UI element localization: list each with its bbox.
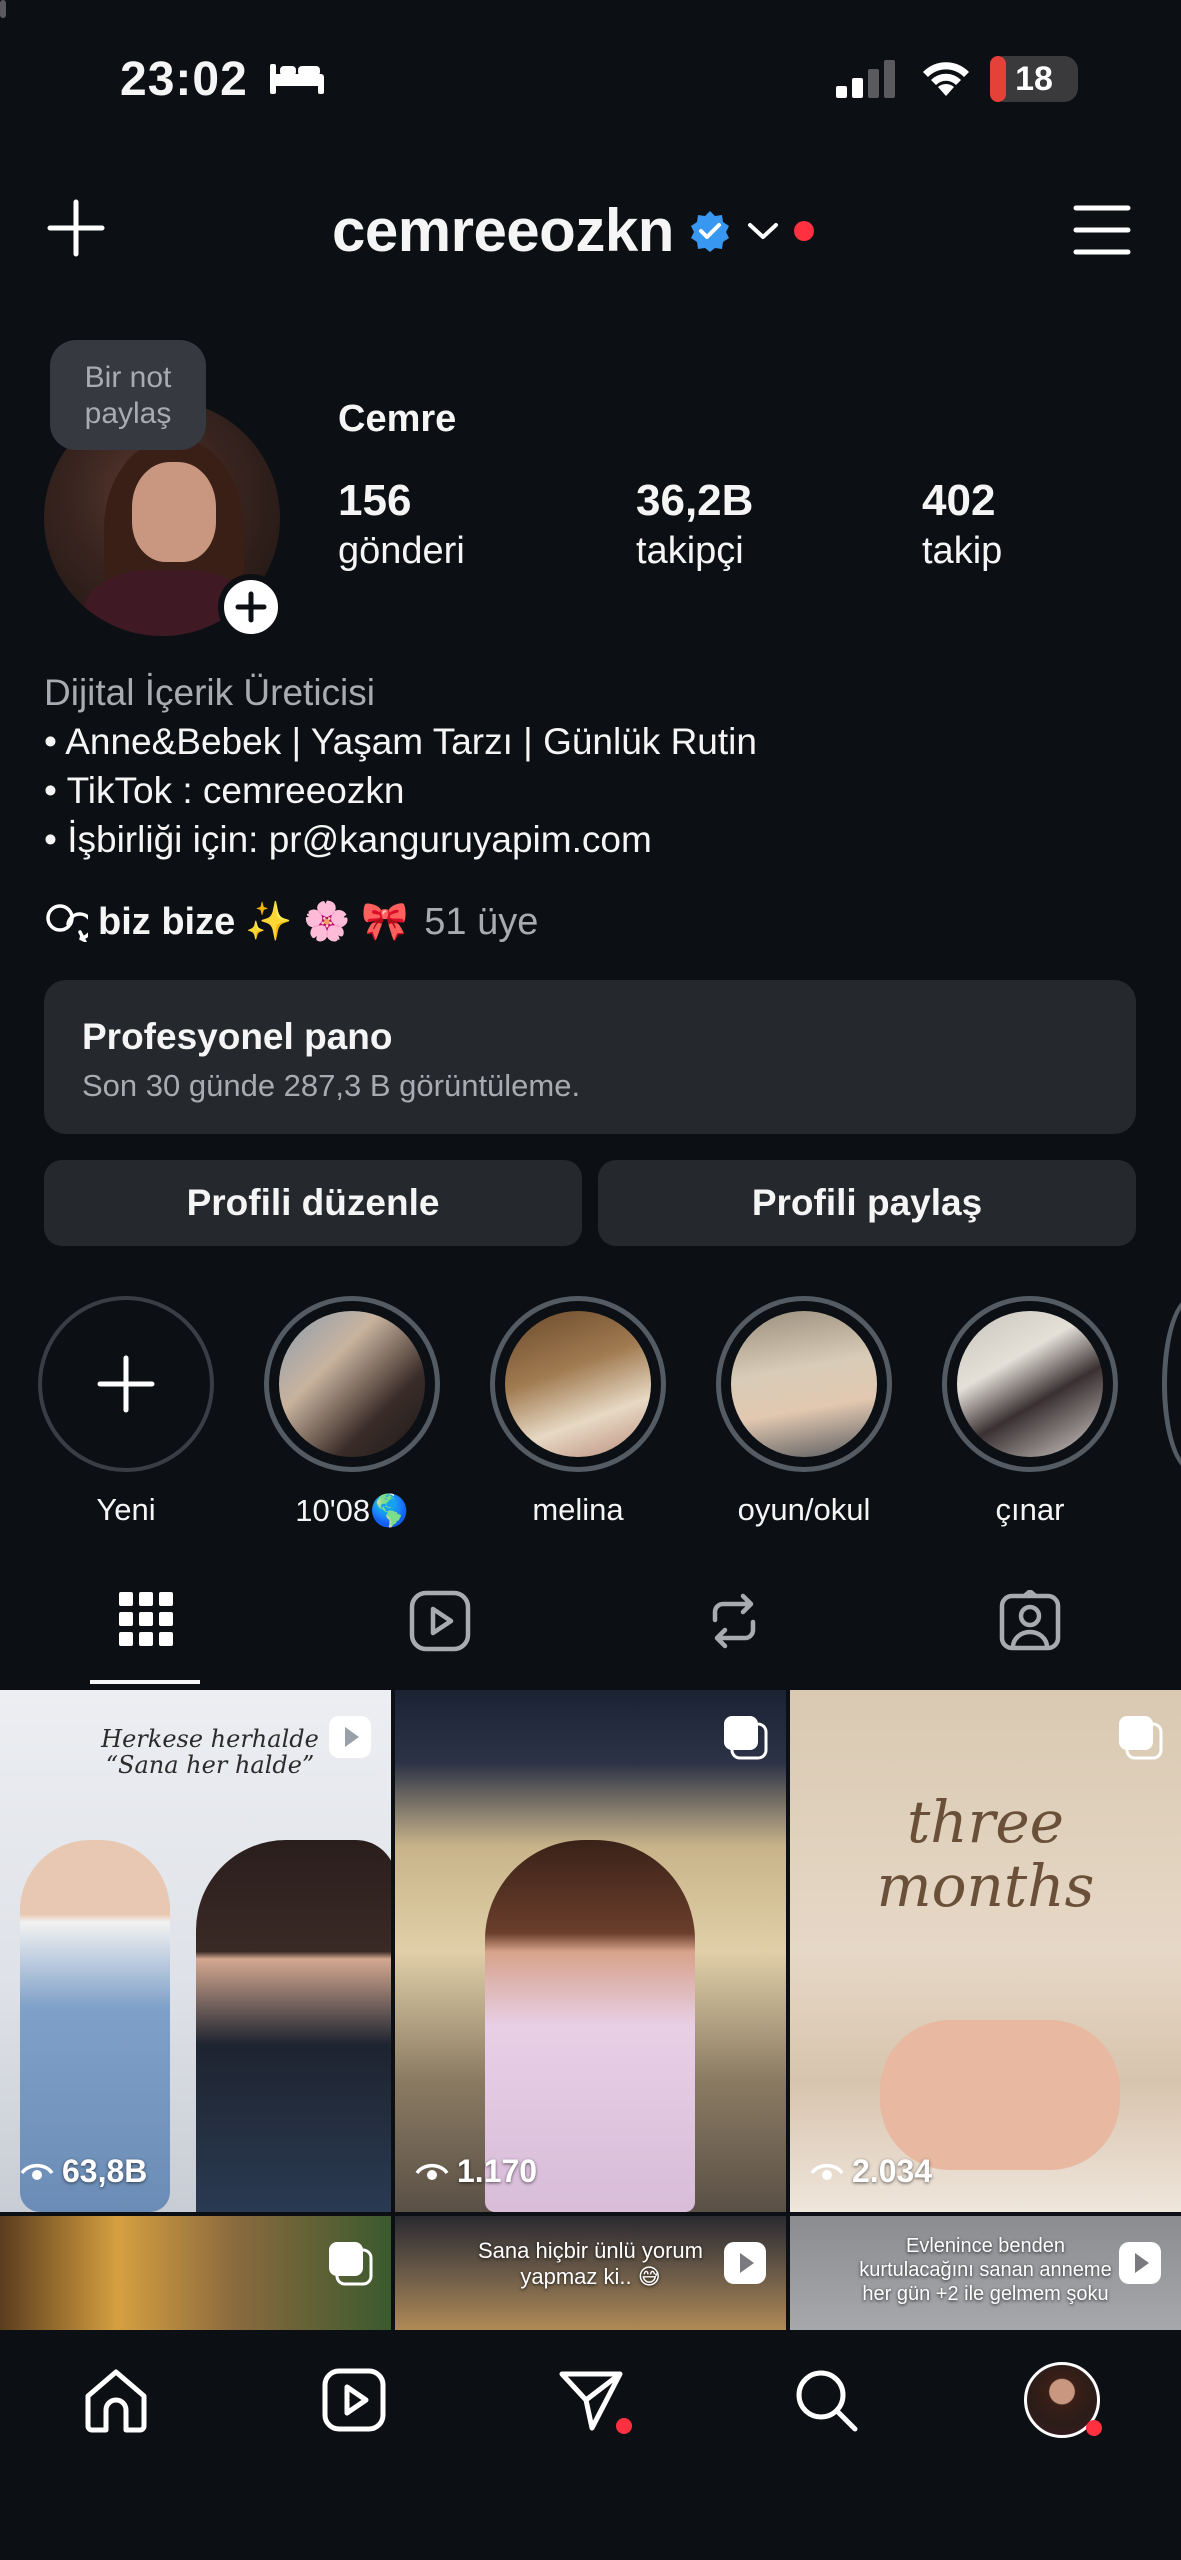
reel-badge-icon [1119, 2242, 1161, 2284]
post-tile[interactable] [0, 2216, 391, 2330]
plus-icon [235, 591, 267, 623]
direct-notification-dot [616, 2418, 632, 2434]
share-profile-button[interactable]: Profili paylaş [598, 1160, 1136, 1246]
battery-percent: 18 [1015, 60, 1053, 98]
verified-badge-icon [690, 210, 729, 252]
highlight-label: Yeni [96, 1492, 156, 1527]
bio-line: • İşbirliği için: pr@kanguruyapim.com [44, 819, 652, 860]
followers-stat[interactable]: 36,2B takipçi [636, 476, 753, 573]
broadcast-channel[interactable]: biz bize ✨ 🌸 🎀 51 üye [44, 900, 538, 944]
tab-reposts[interactable] [660, 1590, 808, 1660]
display-name: Cemre [338, 398, 457, 440]
add-story-button[interactable] [218, 574, 284, 640]
highlight-label: çınar [995, 1492, 1065, 1527]
view-count-value: 63,8B [62, 2153, 148, 2189]
post-caption: Herkese herhalde “Sana her halde” [101, 1725, 319, 1779]
nav-search[interactable] [786, 2360, 866, 2440]
home-icon [85, 2369, 147, 2433]
account-switcher[interactable]: cemreeozkn [332, 196, 814, 265]
cellular-signal-icon [836, 60, 895, 98]
channel-name: biz bize [98, 900, 236, 943]
carousel-badge-icon [329, 2242, 373, 2286]
bio: Dijital İçerik Üreticisi • Anne&Bebek | … [44, 668, 757, 864]
battery-indicator: 18 [990, 56, 1078, 102]
view-count-value: 1.170 [457, 2153, 538, 2189]
search-icon [796, 2370, 858, 2432]
reel-badge-icon [329, 1716, 371, 1758]
posts-count: 156 [338, 476, 412, 525]
view-count: 1.170 [415, 2153, 537, 2190]
profile-notification-dot [1086, 2420, 1102, 2436]
channel-members: 51 üye [424, 900, 539, 943]
tab-tagged[interactable] [956, 1590, 1104, 1660]
hamburger-menu-icon[interactable] [1072, 204, 1132, 256]
chevron-down-icon [747, 222, 778, 239]
post-tile[interactable]: 1.170 [395, 1690, 786, 2212]
reels-icon [322, 2368, 386, 2432]
battery-cap [0, 0, 6, 18]
post-tile[interactable]: Sana hiçbir ünlü yorum yapmaz ki.. 😅 [395, 2216, 786, 2330]
repost-icon [712, 1593, 756, 1649]
eye-icon [415, 2163, 449, 2180]
status-bar: 23:02 18 [0, 0, 1181, 160]
post-caption: three months [876, 1788, 1095, 1920]
posts-label: gönderi [338, 530, 465, 572]
notification-dot [793, 220, 814, 241]
highlight-item[interactable]: oyun/okul [714, 1296, 894, 1528]
professional-dashboard[interactable]: Profesyonel pano Son 30 günde 287,3 B gö… [44, 980, 1136, 1134]
highlight-label: melina [532, 1492, 624, 1527]
post-tile[interactable]: Evlenince benden kurtulacağını sanan ann… [790, 2216, 1181, 2330]
followers-count: 36,2B [636, 476, 754, 525]
highlight-item[interactable]: çınar [940, 1296, 1120, 1528]
carousel-badge-icon [1119, 1716, 1163, 1760]
posts-stat[interactable]: 156 gönderi [338, 476, 465, 573]
create-plus-icon[interactable] [46, 198, 106, 258]
dashboard-title: Profesyonel pano [82, 1016, 393, 1057]
grid-icon [119, 1592, 173, 1646]
followers-label: takipçi [636, 530, 744, 572]
active-tab-indicator [90, 1680, 200, 1684]
nav-home[interactable] [76, 2360, 156, 2440]
tab-reels[interactable] [366, 1590, 514, 1660]
bio-line: • Anne&Bebek | Yaşam Tarzı | Günlük Ruti… [44, 721, 757, 762]
plus-icon [97, 1355, 155, 1413]
note-bubble[interactable]: Bir not paylaş [50, 340, 206, 450]
tab-posts-grid[interactable] [72, 1590, 220, 1660]
highlight-label: 10'08🌎 [295, 1493, 409, 1528]
following-stat[interactable]: 402 takip [922, 476, 1002, 573]
highlight-item-partial[interactable] [1162, 1296, 1181, 1472]
highlight-new[interactable]: Yeni [36, 1296, 216, 1528]
highlight-item[interactable]: 10'08🌎 [262, 1296, 442, 1529]
channel-emoji: ✨ 🌸 🎀 [245, 901, 409, 943]
dashboard-subtitle: Son 30 günde 287,3 B görüntüleme. [82, 1068, 581, 1103]
view-count: 2.034 [810, 2153, 932, 2190]
eye-icon [810, 2163, 844, 2180]
wifi-icon [923, 62, 969, 96]
channel-chat-icon [46, 904, 88, 942]
highlight-label: oyun/okul [737, 1492, 871, 1527]
highlight-item[interactable]: melina [488, 1296, 668, 1528]
reel-badge-icon [724, 2242, 766, 2284]
following-count: 402 [922, 476, 996, 525]
view-count-value: 2.034 [852, 2153, 933, 2189]
view-count: 63,8B [20, 2153, 147, 2190]
sleep-focus-icon [270, 64, 324, 94]
eye-icon [20, 2163, 54, 2180]
edit-profile-button[interactable]: Profili düzenle [44, 1160, 582, 1246]
status-time: 23:02 [120, 53, 248, 106]
reels-play-icon [409, 1590, 471, 1652]
bio-category: Dijital İçerik Üreticisi [44, 672, 375, 713]
bio-line: • TikTok : cemreeozkn [44, 770, 405, 811]
following-label: takip [922, 530, 1003, 572]
tagged-person-icon [999, 1590, 1061, 1651]
carousel-badge-icon [724, 1716, 768, 1760]
post-tile[interactable]: Herkese herhalde “Sana her halde” 63,8B [0, 1690, 391, 2212]
nav-reels[interactable] [314, 2360, 394, 2440]
username: cemreeozkn [332, 197, 674, 264]
post-tile[interactable]: three months 2.034 [790, 1690, 1181, 2212]
